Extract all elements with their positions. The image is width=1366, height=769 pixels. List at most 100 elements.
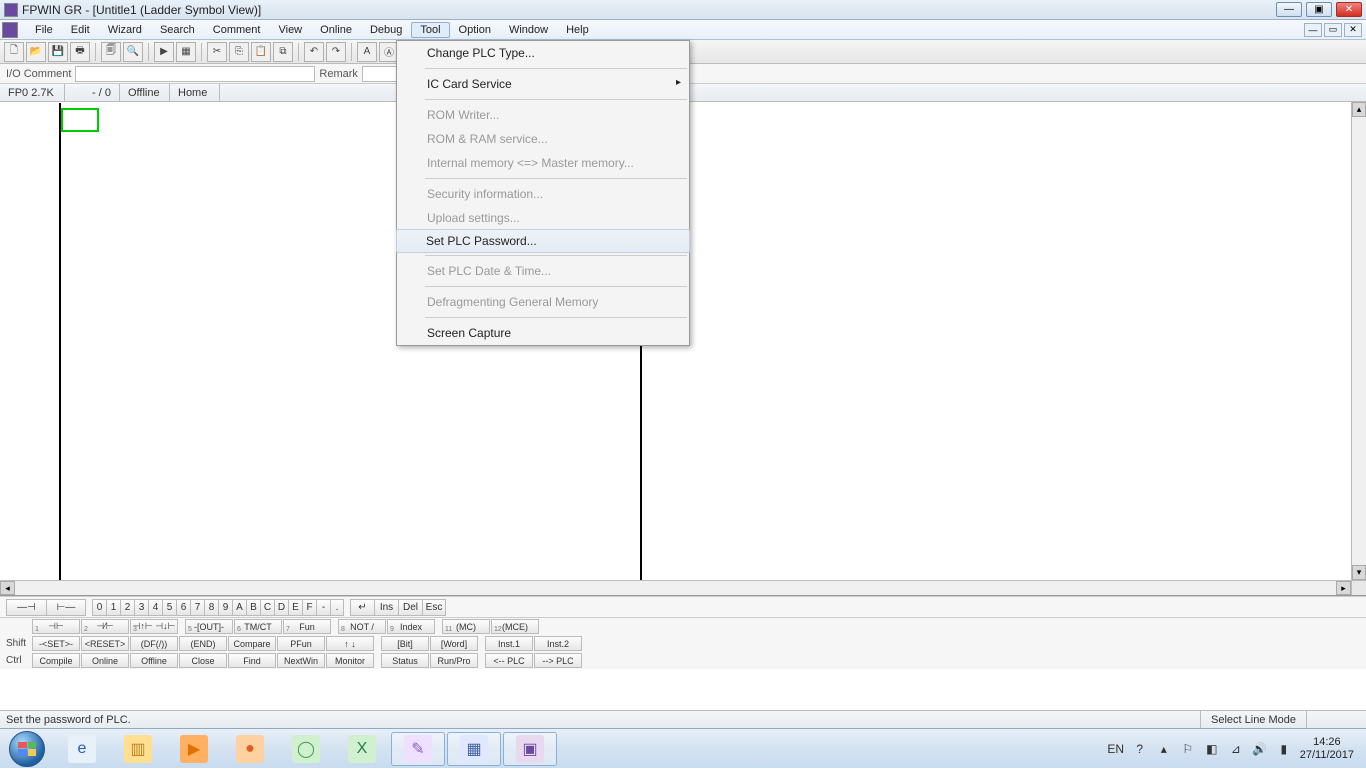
- horizontal-scrollbar[interactable]: ◂ ▸: [0, 580, 1351, 595]
- task-excel[interactable]: X: [335, 732, 389, 766]
- close-button[interactable]: ✕: [1336, 2, 1362, 17]
- menu-tool[interactable]: Tool: [411, 22, 449, 38]
- key-D[interactable]: D: [274, 599, 288, 616]
- print-icon[interactable]: 🖶: [70, 42, 90, 62]
- key-4[interactable]: 4: [148, 599, 162, 616]
- menu-wizard[interactable]: Wizard: [99, 22, 151, 38]
- new-icon[interactable]: 🗋: [4, 42, 24, 62]
- volume-icon[interactable]: 🔊: [1252, 741, 1268, 757]
- fn-shift-12[interactable]: Inst.2: [534, 636, 582, 651]
- fn-ctrl-5[interactable]: NextWin: [277, 653, 325, 668]
- fn-ctrl-8[interactable]: Status: [381, 653, 429, 668]
- menu-view[interactable]: View: [269, 22, 311, 38]
- key-0[interactable]: 0: [92, 599, 106, 616]
- task-paint[interactable]: ✎: [391, 732, 445, 766]
- menu-item-set-plc-password-[interactable]: Set PLC Password...: [396, 229, 690, 253]
- fn-ctrl-6[interactable]: Monitor: [326, 653, 374, 668]
- paste-icon[interactable]: 📋: [251, 42, 271, 62]
- fn-ctrl-0[interactable]: Compile: [32, 653, 80, 668]
- redo-icon[interactable]: ↷: [326, 42, 346, 62]
- run-icon[interactable]: ▶: [154, 42, 174, 62]
- scroll-down-icon[interactable]: ▾: [1352, 565, 1366, 580]
- key-Esc[interactable]: Esc: [422, 599, 446, 616]
- menu-item-ic-card-service[interactable]: IC Card Service: [397, 72, 689, 96]
- menu-item-change-plc-type-[interactable]: Change PLC Type...: [397, 41, 689, 65]
- key-6[interactable]: 6: [176, 599, 190, 616]
- key-↵[interactable]: ↵: [350, 599, 374, 616]
- key-3[interactable]: 3: [134, 599, 148, 616]
- key-Ins[interactable]: Ins: [374, 599, 398, 616]
- fn-shift-5[interactable]: PFun: [277, 636, 325, 651]
- key-F[interactable]: F: [302, 599, 316, 616]
- key-7[interactable]: 7: [190, 599, 204, 616]
- security-icon[interactable]: ◧: [1204, 741, 1220, 757]
- menu-help[interactable]: Help: [557, 22, 598, 38]
- scroll-right-icon[interactable]: ▸: [1336, 581, 1351, 595]
- fn-4[interactable]: -[OUT]-5: [185, 619, 233, 634]
- fn-shift-0[interactable]: -<SET>-: [32, 636, 80, 651]
- mdi-close[interactable]: ✕: [1344, 23, 1362, 37]
- task-firefox[interactable]: ●: [223, 732, 277, 766]
- save-icon[interactable]: 💾: [48, 42, 68, 62]
- fn-6[interactable]: Fun7: [283, 619, 331, 634]
- fn-ctrl-9[interactable]: Run/Pro: [430, 653, 478, 668]
- zoom-icon[interactable]: 🔍: [123, 42, 143, 62]
- menu-edit[interactable]: Edit: [62, 22, 99, 38]
- key-A[interactable]: A: [232, 599, 246, 616]
- vertical-scrollbar[interactable]: ▴ ▾: [1351, 102, 1366, 580]
- menu-item-screen-capture[interactable]: Screen Capture: [397, 321, 689, 345]
- v-scroll-track[interactable]: [1352, 117, 1366, 565]
- mdi-minimize[interactable]: ―: [1304, 23, 1322, 37]
- menu-option[interactable]: Option: [450, 22, 500, 38]
- menu-online[interactable]: Online: [311, 22, 361, 38]
- fn-11[interactable]: (MC)11: [442, 619, 490, 634]
- scroll-left-icon[interactable]: ◂: [0, 581, 15, 595]
- tray-lang[interactable]: EN: [1108, 741, 1124, 757]
- battery-icon[interactable]: ▮: [1276, 741, 1292, 757]
- key-.[interactable]: .: [330, 599, 344, 616]
- key-E[interactable]: E: [288, 599, 302, 616]
- scroll-up-icon[interactable]: ▴: [1352, 102, 1366, 117]
- task-wmp[interactable]: ▶: [167, 732, 221, 766]
- menu-search[interactable]: Search: [151, 22, 204, 38]
- fn-ctrl-11[interactable]: <-- PLC: [485, 653, 533, 668]
- fn-0[interactable]: ⊣⊢1: [32, 619, 80, 634]
- open-icon[interactable]: 📂: [26, 42, 46, 62]
- fn-shift-9[interactable]: [Word]: [430, 636, 478, 651]
- fn-shift-1[interactable]: <RESET>: [81, 636, 129, 651]
- h-scroll-track[interactable]: [15, 581, 1336, 595]
- clock[interactable]: 14:26 27/11/2017: [1300, 736, 1358, 762]
- fn-shift-4[interactable]: Compare: [228, 636, 276, 651]
- key-5[interactable]: 5: [162, 599, 176, 616]
- task-fpwin[interactable]: ▣: [503, 732, 557, 766]
- sym-btn[interactable]: —⊣: [6, 599, 46, 616]
- menu-window[interactable]: Window: [500, 22, 557, 38]
- maximize-button[interactable]: ▣: [1306, 2, 1332, 17]
- fn-ctrl-4[interactable]: Find: [228, 653, 276, 668]
- mdi-restore[interactable]: ▭: [1324, 23, 1342, 37]
- fn-ctrl-1[interactable]: Online: [81, 653, 129, 668]
- fn-shift-6[interactable]: ↑ ↓: [326, 636, 374, 651]
- key-B[interactable]: B: [246, 599, 260, 616]
- fn-shift-2[interactable]: (DF(/)): [130, 636, 178, 651]
- fn-shift-8[interactable]: [Bit]: [381, 636, 429, 651]
- cut-icon[interactable]: ✂: [207, 42, 227, 62]
- fn-2[interactable]: ⊣↑⊢ ⊣↓⊢3: [130, 619, 178, 634]
- help-icon[interactable]: ?: [1132, 741, 1148, 757]
- fn-8[interactable]: NOT /8: [338, 619, 386, 634]
- task-explorer[interactable]: ▥: [111, 732, 165, 766]
- duplicate-icon[interactable]: ⧉: [273, 42, 293, 62]
- text-a-icon[interactable]: A: [357, 42, 377, 62]
- menu-debug[interactable]: Debug: [361, 22, 411, 38]
- fn-ctrl-12[interactable]: --> PLC: [534, 653, 582, 668]
- copy-icon[interactable]: ⎘: [229, 42, 249, 62]
- fn-ctrl-3[interactable]: Close: [179, 653, 227, 668]
- fn-9[interactable]: Index9: [387, 619, 435, 634]
- preview-icon[interactable]: 🗐: [101, 42, 121, 62]
- fn-shift-11[interactable]: Inst.1: [485, 636, 533, 651]
- fn-1[interactable]: ⊣⁄⊢2: [81, 619, 129, 634]
- fn-5[interactable]: TM/CT6: [234, 619, 282, 634]
- key--[interactable]: -: [316, 599, 330, 616]
- tray-up-icon[interactable]: ▴: [1156, 741, 1172, 757]
- start-button[interactable]: [0, 729, 54, 769]
